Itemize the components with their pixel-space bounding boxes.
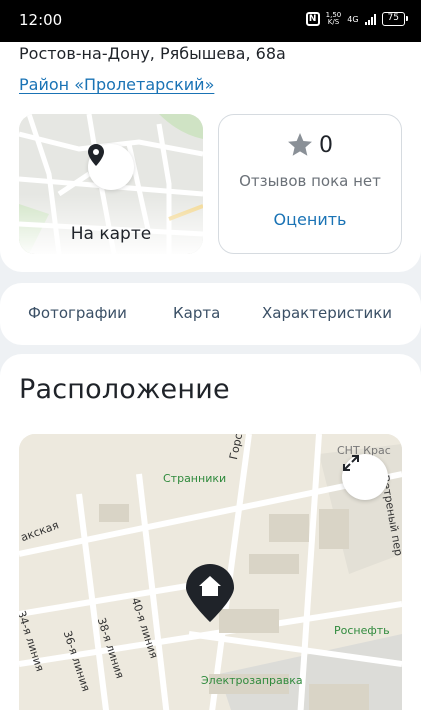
review-count: 0: [319, 133, 333, 158]
listing-card: Ростов-на-Дону, Рябышева, 68а Район «Про…: [0, 42, 421, 272]
location-map[interactable]: Странники Роснефть Электрозаправка СНТ К…: [19, 434, 402, 710]
rate-button[interactable]: Оценить: [219, 210, 401, 229]
clock: 12:00: [19, 11, 63, 29]
signal-icon: [364, 13, 376, 25]
network-type: 4G: [347, 14, 359, 24]
tab-photos[interactable]: Фотографии: [28, 304, 127, 322]
district-link[interactable]: Район «Пролетарский»: [19, 75, 214, 94]
expand-icon: [343, 455, 359, 471]
map-poi-charging: Электрозаправка: [201, 674, 303, 687]
location-title: Расположение: [19, 374, 230, 405]
section-tabs: Фотографии Карта Характеристики: [0, 283, 421, 345]
listing-address: Ростов-на-Дону, Рябышева, 68а: [19, 44, 286, 63]
status-bar: 12:00 N 1,50 K/S 4G 75: [0, 0, 421, 42]
map-preview[interactable]: На карте: [19, 114, 203, 254]
map-poi-strانniki: Странники: [163, 472, 227, 485]
nfc-icon: N: [305, 12, 320, 26]
star-icon: [288, 133, 312, 156]
tab-map[interactable]: Карта: [173, 304, 220, 322]
map-preview-label: На карте: [70, 224, 152, 244]
map-poi-rosneft: Роснефть: [334, 624, 390, 637]
battery-icon: 75: [381, 12, 409, 26]
network-speed: 1,50 K/S: [325, 11, 342, 26]
status-icons: N 1,50 K/S 4G 75: [305, 11, 409, 26]
no-reviews-text: Отзывов пока нет: [239, 172, 381, 190]
rating: 0: [219, 133, 401, 158]
location-pin-icon: [88, 144, 134, 190]
location-section: Расположение Странники Роснефть Электроз…: [0, 354, 421, 710]
expand-map-button[interactable]: [342, 454, 388, 500]
tab-characteristics[interactable]: Характеристики: [262, 304, 392, 322]
reviews-card: 0 Отзывов пока нет Оценить: [218, 114, 402, 254]
